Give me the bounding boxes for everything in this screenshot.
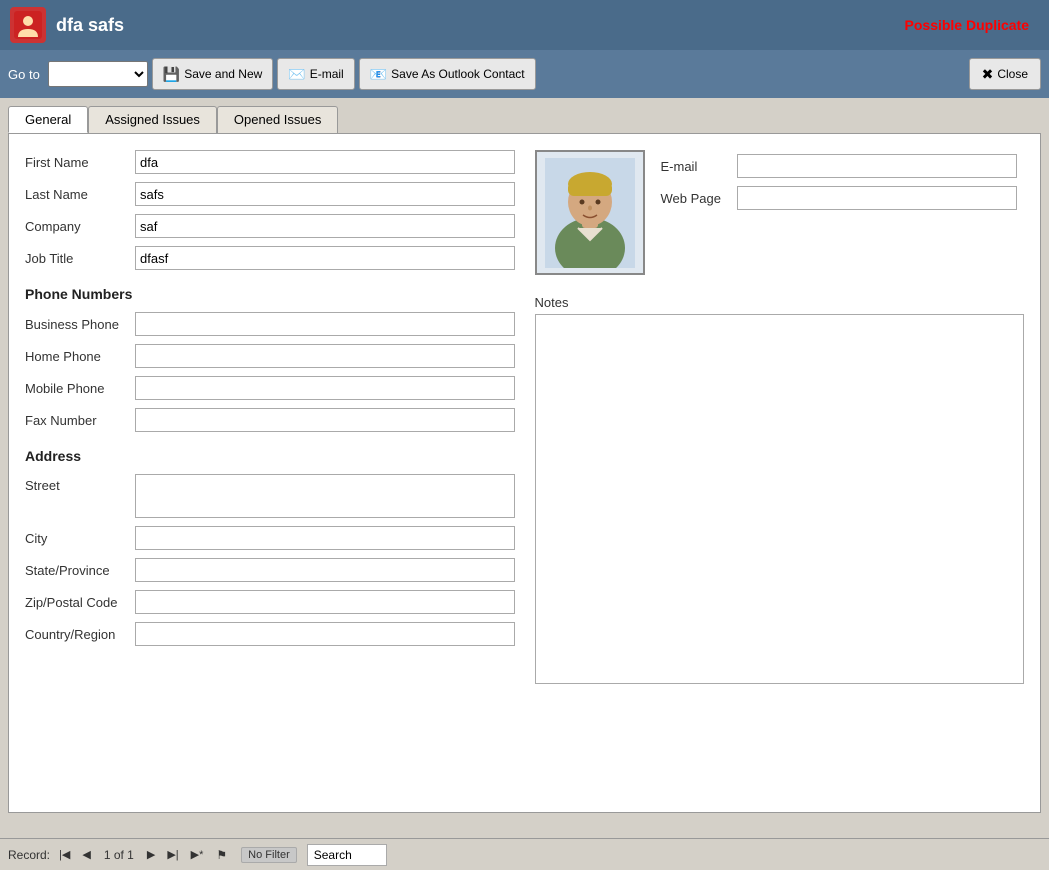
job-title-row: Job Title xyxy=(25,246,515,270)
no-filter-badge: No Filter xyxy=(241,847,297,863)
business-phone-label: Business Phone xyxy=(25,317,135,332)
status-bar: Record: |◀ ◀ 1 of 1 ▶ ▶| ▶* ⚑ No Filter xyxy=(0,838,1049,870)
address-section-heading: Address xyxy=(25,448,515,464)
mobile-phone-row: Mobile Phone xyxy=(25,376,515,400)
last-name-label: Last Name xyxy=(25,187,135,202)
email-input[interactable] xyxy=(737,154,1017,178)
save-outlook-button[interactable]: 📧 Save As Outlook Contact xyxy=(359,58,536,90)
nav-first-button[interactable]: |◀ xyxy=(56,847,73,862)
toolbar: Go to 💾 Save and New ✉️ E-mail 📧 Save As… xyxy=(0,50,1049,98)
tab-strip: General Assigned Issues Opened Issues xyxy=(8,106,1041,133)
state-input[interactable] xyxy=(135,558,515,582)
main-content: General Assigned Issues Opened Issues Fi… xyxy=(0,98,1049,838)
close-icon: ✖ xyxy=(982,66,994,83)
city-input[interactable] xyxy=(135,526,515,550)
close-button[interactable]: ✖ Close xyxy=(969,58,1041,90)
webpage-label: Web Page xyxy=(661,191,731,206)
save-new-icon: 💾 xyxy=(163,66,180,83)
goto-label: Go to xyxy=(8,67,40,82)
country-input[interactable] xyxy=(135,622,515,646)
title-bar: dfa safs Possible Duplicate xyxy=(0,0,1049,50)
last-name-row: Last Name xyxy=(25,182,515,206)
last-name-input[interactable] xyxy=(135,182,515,206)
webpage-row: Web Page xyxy=(661,186,1017,210)
fax-number-label: Fax Number xyxy=(25,413,135,428)
nav-prev-button[interactable]: ◀ xyxy=(79,847,93,862)
mobile-phone-label: Mobile Phone xyxy=(25,381,135,396)
right-column: E-mail Web Page Notes xyxy=(535,150,1025,687)
phone-section-heading: Phone Numbers xyxy=(25,286,515,302)
tab-opened-issues[interactable]: Opened Issues xyxy=(217,106,338,133)
city-row: City xyxy=(25,526,515,550)
record-label: Record: xyxy=(8,848,50,862)
country-row: Country/Region xyxy=(25,622,515,646)
first-name-label: First Name xyxy=(25,155,135,170)
outlook-icon: 📧 xyxy=(370,66,387,83)
window-title: dfa safs xyxy=(56,15,905,36)
fax-number-row: Fax Number xyxy=(25,408,515,432)
zip-input[interactable] xyxy=(135,590,515,614)
avatar-container[interactable] xyxy=(535,150,645,275)
email-button[interactable]: ✉️ E-mail xyxy=(277,58,354,90)
goto-select[interactable] xyxy=(48,61,148,87)
nav-next-button[interactable]: ▶ xyxy=(144,847,158,862)
duplicate-warning: Possible Duplicate xyxy=(905,17,1029,33)
webpage-input[interactable] xyxy=(737,186,1017,210)
notes-textarea[interactable] xyxy=(535,314,1025,684)
street-label: Street xyxy=(25,478,135,493)
email-label: E-mail xyxy=(661,159,731,174)
first-name-input[interactable] xyxy=(135,150,515,174)
first-name-row: First Name xyxy=(25,150,515,174)
contact-info-fields: E-mail Web Page xyxy=(661,150,1017,210)
tab-general[interactable]: General xyxy=(8,106,88,133)
company-row: Company xyxy=(25,214,515,238)
nav-last-button[interactable]: ▶| xyxy=(164,847,181,862)
notes-label: Notes xyxy=(535,295,1025,310)
avatar-image xyxy=(545,158,635,268)
nav-new-button[interactable]: ▶* xyxy=(188,847,207,862)
job-title-input[interactable] xyxy=(135,246,515,270)
street-input[interactable] xyxy=(135,474,515,518)
job-title-label: Job Title xyxy=(25,251,135,266)
state-label: State/Province xyxy=(25,563,135,578)
filter-separator: ⚑ xyxy=(216,848,227,862)
country-label: Country/Region xyxy=(25,627,135,642)
email-row: E-mail xyxy=(661,154,1017,178)
mobile-phone-input[interactable] xyxy=(135,376,515,400)
record-position: 1 of 1 xyxy=(104,848,134,862)
business-phone-row: Business Phone xyxy=(25,312,515,336)
state-row: State/Province xyxy=(25,558,515,582)
business-phone-input[interactable] xyxy=(135,312,515,336)
form-panel: First Name Last Name Company Job Title P… xyxy=(8,133,1041,813)
street-row: Street xyxy=(25,474,515,518)
home-phone-input[interactable] xyxy=(135,344,515,368)
company-label: Company xyxy=(25,219,135,234)
save-new-button[interactable]: 💾 Save and New xyxy=(152,58,273,90)
zip-label: Zip/Postal Code xyxy=(25,595,135,610)
home-phone-row: Home Phone xyxy=(25,344,515,368)
zip-row: Zip/Postal Code xyxy=(25,590,515,614)
app-icon xyxy=(10,7,46,43)
tab-assigned-issues[interactable]: Assigned Issues xyxy=(88,106,217,133)
fax-number-input[interactable] xyxy=(135,408,515,432)
city-label: City xyxy=(25,531,135,546)
home-phone-label: Home Phone xyxy=(25,349,135,364)
left-column: First Name Last Name Company Job Title P… xyxy=(25,150,515,687)
email-icon: ✉️ xyxy=(288,66,305,83)
company-input[interactable] xyxy=(135,214,515,238)
